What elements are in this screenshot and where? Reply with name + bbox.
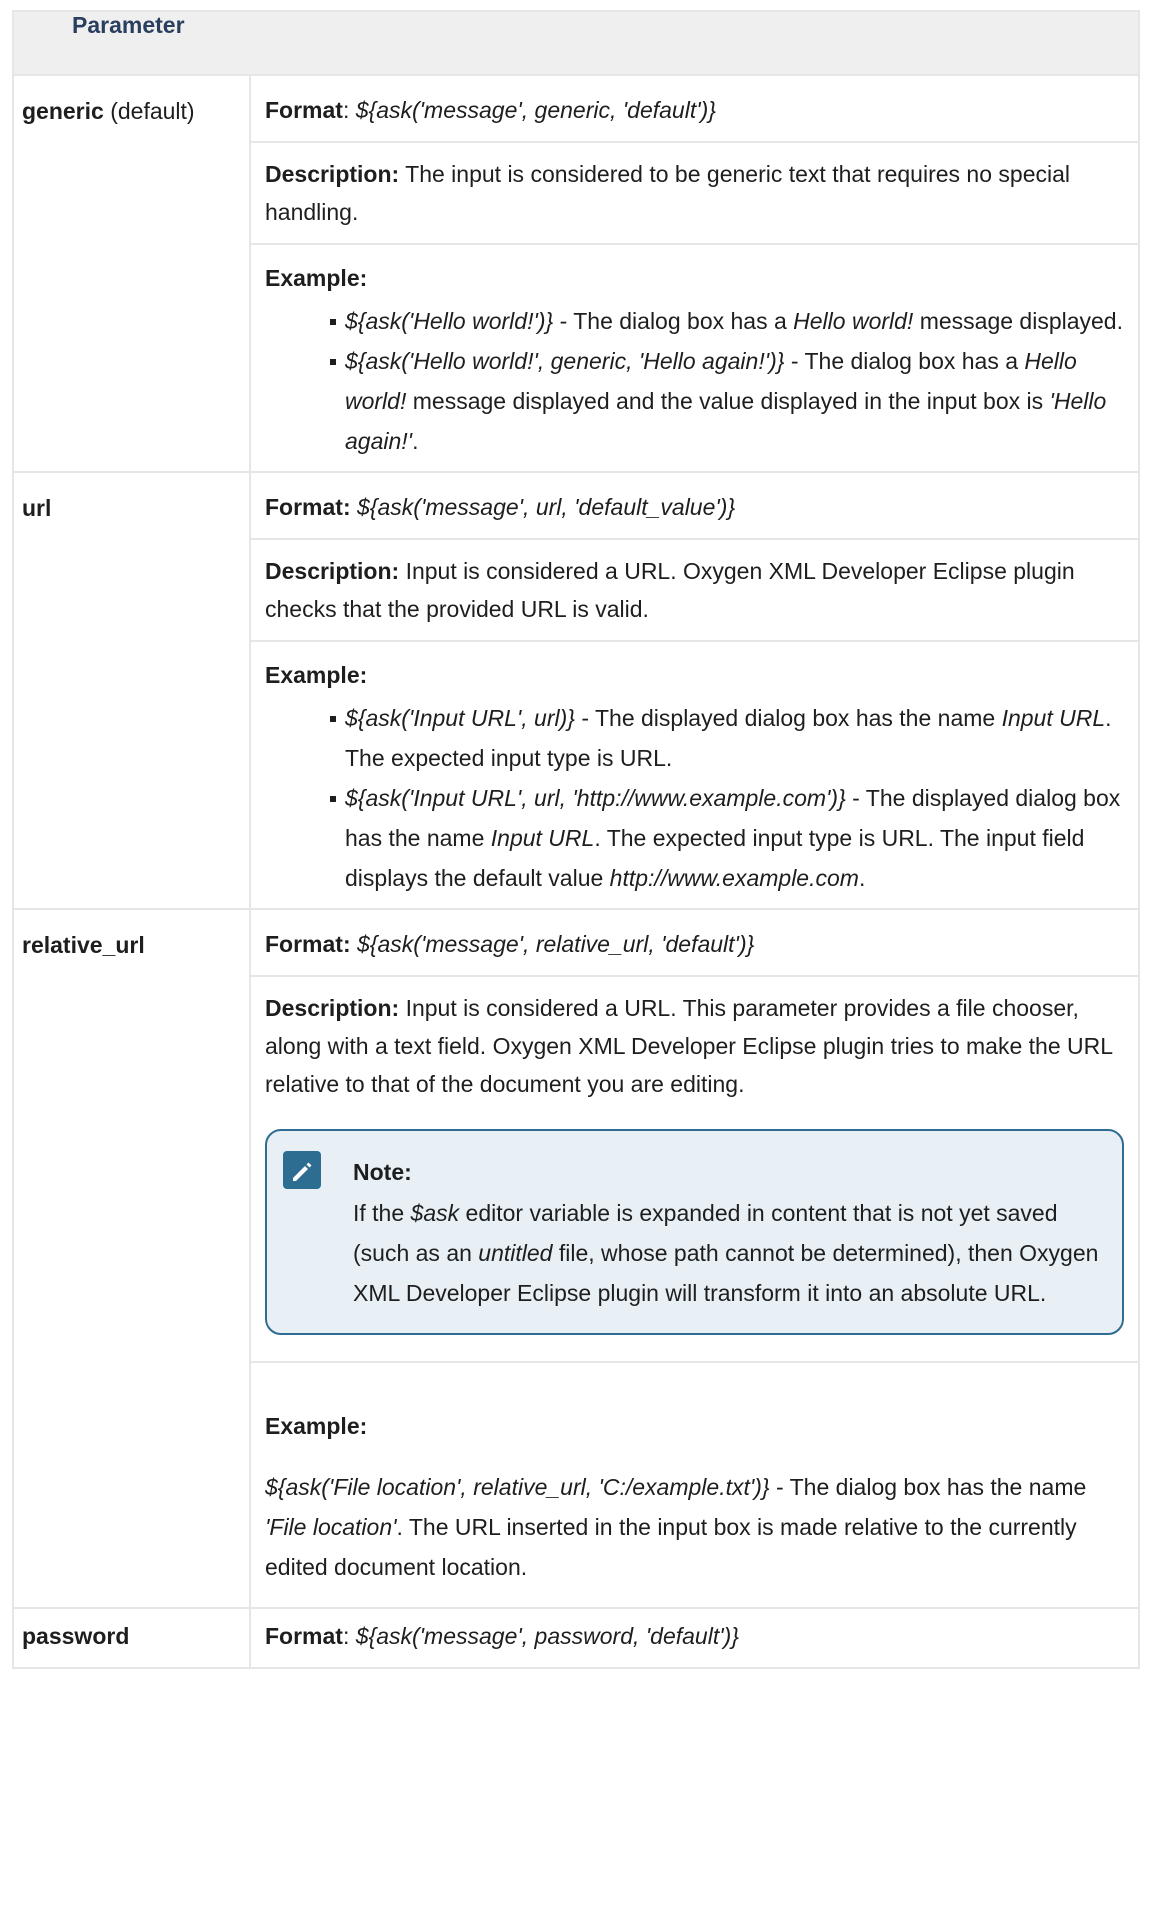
example-code: ${ask('Hello world!')} xyxy=(345,308,554,334)
format-value: ${ask('message', relative_url, 'default'… xyxy=(357,931,755,957)
example-list: ${ask('Input URL', url)} - The displayed… xyxy=(265,698,1124,898)
list-item: ${ask('Input URL', url, 'http://www.exam… xyxy=(330,778,1124,898)
description-cell: Description: The input is considered to … xyxy=(249,141,1140,245)
example-paragraph: ${ask('File location', relative_url, 'C:… xyxy=(265,1467,1124,1587)
format-cell: Format: ${ask('message', generic, 'defau… xyxy=(249,74,1140,143)
format-cell: Format: ${ask('message', url, 'default_v… xyxy=(249,471,1140,540)
example-emphasis: http://www.example.com xyxy=(609,865,859,891)
format-cell: Format: ${ask('message', relative_url, '… xyxy=(249,908,1140,977)
description-label: Description: xyxy=(265,161,400,187)
param-name-suffix: (default) xyxy=(103,98,195,124)
example-code: ${ask('Input URL', url, 'http://www.exam… xyxy=(345,785,846,811)
example-label: Example: xyxy=(265,1413,368,1439)
table-row-url-format: url Format: ${ask('message', url, 'defau… xyxy=(12,471,1140,910)
note-emphasis: untitled xyxy=(478,1240,553,1266)
table-row-password-format: password Format: ${ask('message', passwo… xyxy=(12,1607,1140,1669)
param-name-password: password xyxy=(12,1607,251,1669)
list-item: ${ask('Input URL', url)} - The displayed… xyxy=(330,698,1124,778)
parameter-table-container: Parameter generic (default) Format: ${as… xyxy=(12,10,1140,1669)
example-code: ${ask('File location', relative_url, 'C:… xyxy=(265,1474,770,1500)
param-name: generic xyxy=(22,98,104,124)
note-body: Note: If the $ask editor variable is exp… xyxy=(353,1151,1102,1313)
param-name-relative-url: relative_url xyxy=(12,908,251,1609)
param-name: url xyxy=(22,495,52,521)
format-label: Format xyxy=(265,1623,343,1649)
example-emphasis: Hello world! xyxy=(793,308,914,334)
example-emphasis: Input URL xyxy=(490,825,595,851)
format-sep: : xyxy=(342,1623,356,1649)
param-name: relative_url xyxy=(22,932,145,958)
example-text: - The dialog box has a xyxy=(553,308,794,334)
example-list: ${ask('Hello world!')} - The dialog box … xyxy=(265,301,1124,461)
description-cell: Description: Input is considered a URL. … xyxy=(249,975,1140,1363)
note-text-part: If the xyxy=(353,1200,411,1226)
table-row-generic-format: generic (default) Format: ${ask('message… xyxy=(12,74,1140,473)
table-header-row: Parameter xyxy=(12,10,1140,76)
table-row-relative-url-format: relative_url Format: ${ask('message', re… xyxy=(12,908,1140,1609)
note-text: If the $ask editor variable is expanded … xyxy=(353,1193,1102,1313)
example-emphasis: Input URL xyxy=(1001,705,1106,731)
list-item: ${ask('Hello world!')} - The dialog box … xyxy=(330,301,1124,341)
note-box: Note: If the $ask editor variable is exp… xyxy=(265,1129,1124,1335)
param-name-generic: generic (default) xyxy=(12,74,251,473)
example-emphasis: 'File location' xyxy=(265,1514,397,1540)
example-text: message displayed and the value displaye… xyxy=(406,388,1050,414)
example-label: Example: xyxy=(265,662,368,688)
description-label: Description: xyxy=(265,995,400,1021)
parameter-table: Parameter generic (default) Format: ${as… xyxy=(12,10,1140,1669)
param-name: password xyxy=(22,1623,130,1649)
description-label: Description: xyxy=(265,558,400,584)
list-item: ${ask('Hello world!', generic, 'Hello ag… xyxy=(330,341,1124,461)
note-title: Note: xyxy=(353,1159,412,1185)
note-emphasis: $ask xyxy=(410,1200,460,1226)
example-cell: Example: ${ask('Input URL', url)} - The … xyxy=(249,640,1140,910)
example-text: . xyxy=(858,865,866,891)
column-header-parameter: Parameter xyxy=(12,10,1140,76)
example-text: . xyxy=(412,428,419,454)
format-label: Format xyxy=(265,97,343,123)
example-label: Example: xyxy=(265,265,368,291)
example-code: ${ask('Hello world!', generic, 'Hello ag… xyxy=(345,348,785,374)
format-label: Format: xyxy=(265,931,351,957)
format-value: ${ask('message', url, 'default_value')} xyxy=(357,494,736,520)
example-cell: Example: ${ask('File location', relative… xyxy=(249,1361,1140,1609)
example-text: - The displayed dialog box has the name xyxy=(574,705,1002,731)
example-text: - The dialog box has a xyxy=(784,348,1025,374)
param-name-url: url xyxy=(12,471,251,910)
format-value: ${ask('message', generic, 'default')} xyxy=(355,97,716,123)
format-cell: Format: ${ask('message', password, 'defa… xyxy=(249,1607,1140,1669)
example-text: - The dialog box has the name xyxy=(769,1474,1087,1500)
pencil-note-icon xyxy=(283,1151,321,1189)
format-sep: : xyxy=(342,97,356,123)
format-value: ${ask('message', password, 'default')} xyxy=(355,1623,739,1649)
example-cell: Example: ${ask('Hello world!')} - The di… xyxy=(249,243,1140,473)
format-label: Format: xyxy=(265,494,351,520)
example-text: message displayed. xyxy=(913,308,1123,334)
example-code: ${ask('Input URL', url)} xyxy=(345,705,575,731)
description-cell: Description: Input is considered a URL. … xyxy=(249,538,1140,642)
